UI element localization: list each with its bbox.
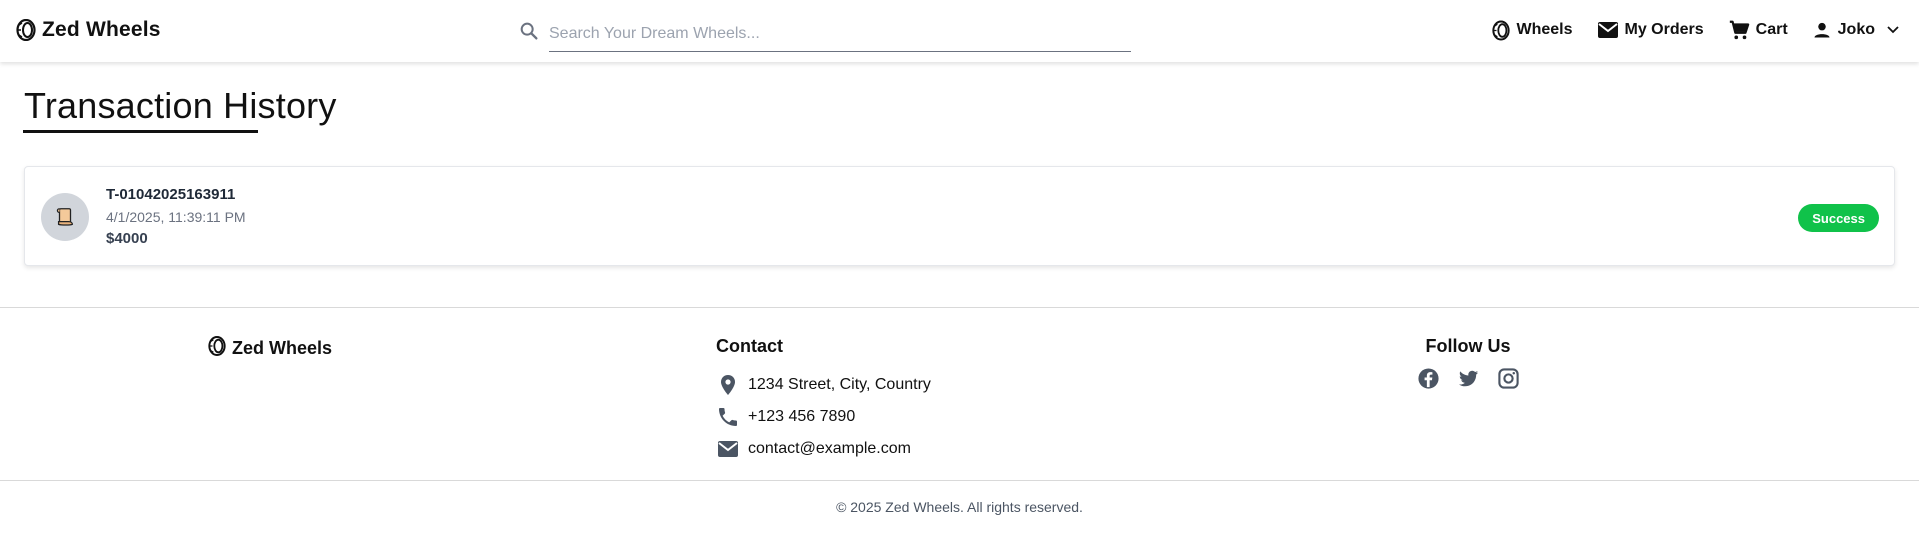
top-navbar: Zed Wheels Wheels My Orders (0, 0, 1919, 62)
brand-logo[interactable]: Zed Wheels (16, 18, 161, 42)
title-underline (23, 130, 258, 133)
address-text: 1234 Street, City, Country (748, 376, 931, 393)
mail-icon (1597, 21, 1619, 39)
footer-brand: Zed Wheels (208, 336, 332, 361)
contact-email: contact@example.com (716, 433, 931, 465)
scroll-icon (41, 193, 89, 241)
tire-icon (1492, 20, 1511, 41)
phone-text: +123 456 7890 (748, 408, 856, 425)
nav-links: Wheels My Orders Cart Joko (1468, 19, 1899, 41)
contact-phone: +123 456 7890 (716, 401, 931, 433)
facebook-icon[interactable] (1417, 367, 1440, 390)
transaction-datetime: 4/1/2025, 11:39:11 PM (106, 209, 246, 225)
nav-cart-label: Cart (1755, 21, 1788, 38)
tire-icon (16, 18, 36, 42)
phone-icon (716, 405, 740, 429)
user-menu[interactable]: Joko (1812, 20, 1899, 40)
cart-icon (1728, 19, 1750, 41)
follow-heading: Follow Us (1425, 336, 1511, 356)
contact-heading: Contact (716, 336, 783, 356)
contact-address: 1234 Street, City, Country (716, 369, 931, 401)
nav-cart[interactable]: Cart (1728, 19, 1788, 41)
footer-divider (0, 480, 1919, 481)
contact-section: Contact 1234 Street, City, Country +123 … (716, 336, 931, 465)
brand-name: Zed Wheels (42, 18, 161, 41)
page-title: Transaction History (24, 85, 337, 126)
tire-icon (208, 336, 226, 361)
chevron-down-icon (1887, 26, 1899, 34)
person-icon (1812, 20, 1832, 40)
copyright-text: © 2025 Zed Wheels. All rights reserved. (836, 499, 1083, 515)
search-input[interactable] (549, 14, 1131, 52)
nav-my-orders[interactable]: My Orders (1597, 21, 1704, 39)
nav-orders-label: My Orders (1624, 21, 1704, 38)
twitter-icon[interactable] (1457, 367, 1480, 390)
search-icon[interactable] (518, 20, 540, 42)
location-pin-icon (716, 373, 740, 397)
nav-wheels[interactable]: Wheels (1492, 20, 1573, 41)
social-links (1416, 367, 1520, 390)
transaction-card[interactable]: T-01042025163911 4/1/2025, 11:39:11 PM $… (24, 166, 1895, 266)
email-text[interactable]: contact@example.com (748, 440, 911, 458)
instagram-icon[interactable] (1497, 367, 1520, 390)
footer-brand-name: Zed Wheels (232, 338, 333, 358)
follow-section: Follow Us (1416, 336, 1520, 390)
status-badge: Success (1798, 204, 1879, 232)
footer-divider (0, 307, 1919, 308)
nav-wheels-label: Wheels (1516, 21, 1573, 38)
transaction-id: T-01042025163911 (106, 186, 236, 203)
mail-icon (716, 437, 740, 461)
search-bar (518, 14, 1132, 52)
transaction-amount: $4000 (106, 230, 148, 247)
user-name: Joko (1837, 21, 1875, 38)
